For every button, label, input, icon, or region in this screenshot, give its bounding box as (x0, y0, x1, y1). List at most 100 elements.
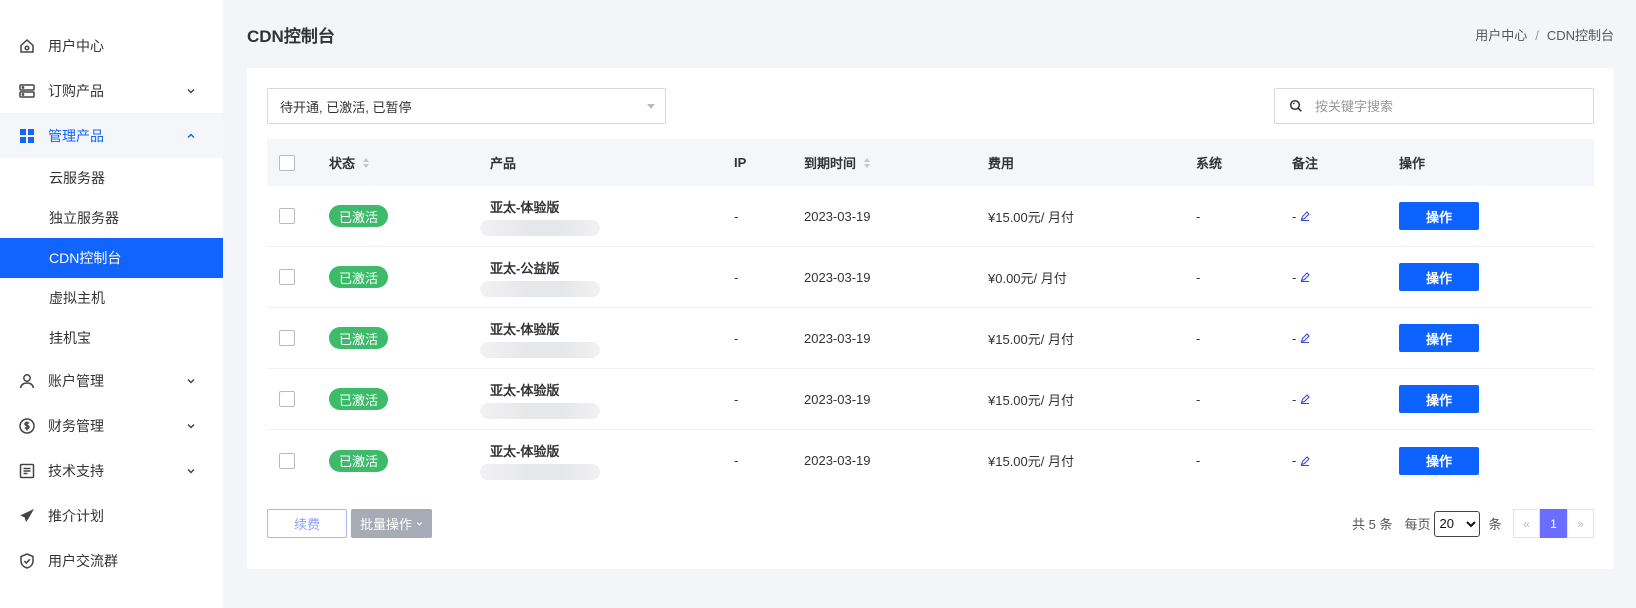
sidebar-item-manage-products[interactable]: 管理产品 (0, 113, 223, 158)
total-count: 共 5 条 (1352, 517, 1393, 532)
column-label: 备注 (1292, 156, 1319, 171)
operation-button[interactable]: 操作 (1399, 263, 1479, 291)
sidebar-item-user-group[interactable]: 用户交流群 (0, 538, 223, 583)
note-value: - (1292, 269, 1297, 285)
column-label: 状态 (329, 156, 356, 171)
search-input[interactable] (1315, 98, 1575, 114)
sidebar-subitem-label: 挂机宝 (49, 330, 91, 346)
status-badge: 已激活 (329, 449, 389, 472)
caret-down-icon (647, 104, 655, 109)
fee-value: ¥0.00元/ 月付 (988, 270, 1067, 286)
status-badge: 已激活 (329, 388, 389, 410)
system-value: - (1196, 391, 1201, 407)
status-filter-value: 待开通, 已激活, 已暂停 (280, 99, 412, 115)
select-all-checkbox[interactable] (279, 154, 295, 171)
page-title: CDN控制台 (247, 27, 335, 46)
fee-value: ¥15.00元/ 月付 (988, 454, 1074, 469)
per-page-select[interactable]: 20 (1434, 510, 1481, 537)
ip-value: - (734, 453, 739, 468)
renew-button[interactable]: 续费 (267, 509, 347, 538)
sidebar-item-label: 用户中心 (48, 37, 104, 54)
sidebar-subitem-cloud-server[interactable]: 云服务器 (0, 158, 223, 198)
column-status[interactable]: 状态 (329, 139, 490, 186)
sidebar-subitem-label: 虚拟主机 (49, 290, 105, 306)
redacted-text (480, 464, 600, 480)
table-row: 已激活 亚太-体验版 - 2023-03-19 ¥15.00元/ 月付 - - … (267, 369, 1594, 430)
system-value: - (1196, 269, 1201, 285)
operation-button[interactable]: 操作 (1399, 446, 1479, 475)
user-icon (18, 372, 36, 390)
operation-button[interactable]: 操作 (1399, 324, 1479, 352)
operation-button[interactable]: 操作 (1399, 385, 1479, 413)
sidebar-subitem-dedicated-server[interactable]: 独立服务器 (0, 198, 223, 238)
search-icon (1289, 99, 1302, 112)
batch-operation-button[interactable]: 批量操作 (351, 509, 432, 538)
sidebar-subitem-virtual-host[interactable]: 虚拟主机 (0, 278, 223, 318)
row-checkbox[interactable] (279, 269, 295, 285)
home-icon (18, 37, 36, 55)
note-value: - (1292, 208, 1297, 224)
fee-value: ¥15.00元/ 月付 (988, 331, 1074, 347)
column-label: 费用 (988, 156, 1015, 171)
column-system: 系统 (1196, 139, 1292, 186)
column-product: 产品 (490, 139, 734, 186)
sidebar-item-label: 用户交流群 (48, 552, 118, 569)
edit-pencil-icon[interactable] (1300, 333, 1311, 343)
column-expire[interactable]: 到期时间 (804, 139, 988, 186)
sidebar-item-referral[interactable]: 推介计划 (0, 493, 223, 538)
fee-value: ¥15.00元/ 月付 (988, 209, 1074, 225)
sidebar: 用户中心 订购产品 管理产品 云服务器 独立服务器 CDN控制台 虚拟主机 挂机… (0, 0, 223, 608)
table-row: 已激活 亚太-公益版 - 2023-03-19 ¥0.00元/ 月付 - - 操… (267, 247, 1594, 308)
next-page-button[interactable]: » (1567, 509, 1594, 538)
row-checkbox[interactable] (279, 208, 295, 224)
table-row: 已激活 亚太-体验版 - 2023-03-19 ¥15.00元/ 月付 - - … (267, 308, 1594, 369)
column-label: IP (734, 155, 747, 170)
chevron-down-icon (187, 423, 195, 429)
sidebar-item-order-products[interactable]: 订购产品 (0, 68, 223, 113)
pagination-info: 共 5 条 每页 20 条 (1352, 509, 1502, 538)
sidebar-subitem-hangup[interactable]: 挂机宝 (0, 318, 223, 358)
status-badge: 已激活 (329, 327, 389, 349)
edit-pencil-icon[interactable] (1300, 394, 1311, 404)
batch-operation-label: 批量操作 (359, 517, 412, 532)
sidebar-item-finance[interactable]: 财务管理 (0, 403, 223, 448)
note-value: - (1292, 453, 1297, 468)
system-value: - (1196, 453, 1201, 468)
row-checkbox[interactable] (279, 330, 295, 346)
sidebar-subitem-label: 云服务器 (49, 170, 105, 186)
sort-icon[interactable] (363, 157, 370, 168)
row-checkbox[interactable] (279, 452, 295, 469)
sort-icon[interactable] (864, 157, 871, 168)
grid-icon (18, 127, 36, 145)
chevron-down-icon (416, 522, 423, 526)
note-value: - (1292, 391, 1297, 407)
edit-pencil-icon[interactable] (1300, 272, 1311, 282)
sidebar-item-account[interactable]: 账户管理 (0, 358, 223, 403)
edit-pencil-icon[interactable] (1300, 211, 1311, 221)
edit-pencil-icon[interactable] (1300, 455, 1311, 466)
column-label: 到期时间 (804, 156, 857, 171)
row-checkbox[interactable] (279, 391, 295, 407)
page-button-current[interactable]: 1 (1540, 509, 1567, 538)
chevron-down-icon (187, 88, 195, 94)
chevron-down-icon (187, 468, 195, 474)
status-badge: 已激活 (329, 266, 389, 288)
sidebar-item-label: 账户管理 (48, 372, 104, 389)
prev-page-button[interactable]: « (1513, 509, 1540, 538)
sidebar-item-label: 技术支持 (48, 462, 104, 479)
status-filter-select[interactable]: 待开通, 已激活, 已暂停 (267, 88, 666, 124)
status-badge: 已激活 (329, 205, 389, 227)
pagination: « 1 » (1513, 509, 1594, 538)
sidebar-item-user-center[interactable]: 用户中心 (0, 23, 223, 68)
column-operation: 操作 (1399, 139, 1594, 186)
sidebar-subitem-cdn-console[interactable]: CDN控制台 (0, 238, 223, 278)
sidebar-item-tech-support[interactable]: 技术支持 (0, 448, 223, 493)
product-name: 亚太-体验版 (490, 321, 560, 337)
sidebar-subitem-label: CDN控制台 (49, 250, 122, 266)
column-ip: IP (734, 139, 804, 186)
breadcrumb-user-center[interactable]: 用户中心 (1475, 28, 1527, 43)
operation-button[interactable]: 操作 (1399, 202, 1479, 230)
system-value: - (1196, 208, 1201, 224)
server-icon (18, 82, 36, 100)
dollar-icon (18, 417, 36, 435)
